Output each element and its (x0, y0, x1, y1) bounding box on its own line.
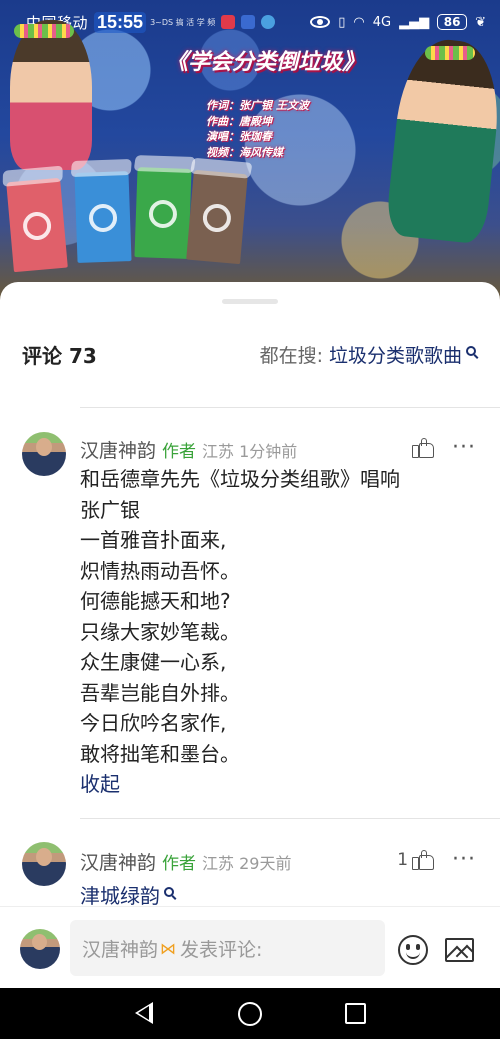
recycle-icon (201, 202, 233, 234)
avatar[interactable] (22, 842, 66, 886)
brown-trash-bin (186, 157, 253, 265)
network-type: 4G (372, 14, 392, 30)
reply-mention[interactable]: 津城绿韵 (80, 880, 174, 909)
signal-icon: ▂▄▆ (399, 14, 430, 30)
my-avatar[interactable] (20, 929, 60, 969)
wifi-icon: ◠ (353, 14, 365, 30)
divider (80, 818, 500, 819)
comment-line: 今日欣吟名家作, (80, 711, 227, 735)
comment-line: 和岳德章先先《垃圾分类组歌》唱响 (80, 467, 400, 491)
leaf-icon: ❦ (475, 14, 486, 30)
comment-input-bar: 汉唐神韵 ⋈ 发表评论: (0, 906, 500, 988)
comment-meta: 汉唐神韵 作者 江苏 1分钟前 (80, 436, 297, 463)
recycle-icon (88, 203, 118, 233)
girl-left-illustration (10, 20, 92, 170)
commenter-name[interactable]: 汉唐神韵 (80, 848, 156, 875)
location-time: 江苏 1分钟前 (202, 442, 298, 461)
blue-trash-bin (70, 158, 132, 263)
credit-singer: 演唱：张珈春 (206, 130, 272, 143)
red-trash-bin (2, 165, 68, 273)
my-name: 汉唐神韵 (82, 938, 159, 961)
comment-line: 吾辈岂能自外排。 (80, 680, 240, 705)
comment-body: 和岳德章先先《垃圾分类组歌》唱响 张广银 一首雅音扑面来, 炽情热雨动吾怀。 何… (80, 464, 476, 800)
comment-line: 众生康健一心系, (80, 650, 227, 674)
system-nav-bar (0, 988, 500, 1039)
home-icon[interactable] (238, 1002, 262, 1026)
comment-line: 只缘大家妙笔裁。 (80, 619, 240, 644)
recent-apps-icon[interactable] (345, 1003, 366, 1024)
recycle-icon (148, 199, 178, 229)
comment-actions: 1 ··· (397, 849, 476, 871)
eye-comfort-icon (310, 16, 331, 28)
comment-line: 何德能撼天和地? (80, 589, 231, 613)
comment-header: 评论 73 都在搜: 垃圾分类歌歌曲 (0, 332, 500, 376)
green-trash-bin (133, 155, 196, 259)
drag-handle[interactable] (222, 299, 278, 304)
like-icon[interactable] (412, 850, 435, 870)
trash-bins-illustration (0, 150, 290, 285)
commenter-name[interactable]: 汉唐神韵 (80, 436, 156, 463)
app-tag: 3~DS 搞 活 学 频 (150, 17, 216, 27)
comment-line: 炽情热雨动吾怀。 (80, 558, 240, 583)
video-player[interactable]: 中国移动 15:55 3~DS 搞 活 学 频 ▯ ◠ 4G ▂▄▆ 86 ❦ … (0, 0, 500, 300)
girl-right-illustration (384, 35, 500, 245)
author-badge: 作者 (162, 442, 197, 462)
flower-wreath-right (425, 46, 475, 60)
video-title: 《学会分类倒垃圾》 (165, 49, 364, 75)
battery-level: 86 (437, 14, 468, 30)
app-notification-icon (221, 15, 236, 29)
message-notification-icon (261, 15, 276, 29)
like-count: 1 (397, 850, 409, 870)
comment-item: 汉唐神韵 作者 江苏 29天前 1 ··· 津城绿韵 (0, 842, 500, 912)
collapse-link[interactable]: 收起 (80, 769, 476, 800)
location-time: 江苏 29天前 (202, 854, 292, 873)
image-icon[interactable] (445, 938, 474, 962)
input-placeholder: 发表评论: (180, 938, 263, 961)
gallery-notification-icon (241, 15, 256, 29)
flower-wreath-left (14, 24, 74, 38)
comment-count: 评论 73 (22, 343, 97, 368)
bow-icon: ⋈ (160, 938, 177, 958)
clock: 15:55 (94, 11, 147, 33)
comment-line: 张广银 (80, 497, 140, 522)
comment-sheet: 评论 73 都在搜: 垃圾分类歌歌曲 汉唐神韵 作者 江苏 1分钟前 ··· 和… (0, 282, 500, 987)
comment-line: 敢将拙笔和墨台。 (80, 741, 240, 766)
credit-music: 作曲：唐殿坤 (206, 114, 272, 128)
reply-mention-text[interactable]: 津城绿韵 (80, 880, 160, 909)
search-icon (466, 346, 476, 356)
search-prefix: 都在搜: (259, 344, 323, 367)
comment-input[interactable]: 汉唐神韵 ⋈ 发表评论: (70, 920, 385, 976)
comment-line: 一首雅音扑面来, (80, 528, 227, 552)
author-badge: 作者 (162, 854, 197, 874)
more-icon[interactable]: ··· (452, 437, 476, 459)
credit-lyrics: 作词：张广银 王文波 (206, 99, 309, 112)
back-icon[interactable] (135, 1002, 153, 1024)
search-keyword[interactable]: 垃圾分类歌歌曲 (329, 341, 462, 368)
search-icon (164, 886, 174, 897)
more-icon[interactable]: ··· (452, 849, 476, 871)
comment-meta: 汉唐神韵 作者 江苏 29天前 (80, 848, 291, 875)
divider (80, 407, 500, 408)
avatar[interactable] (22, 432, 66, 476)
vibrate-icon: ▯ (338, 14, 346, 30)
comment-actions: ··· (412, 437, 476, 459)
comment-item: 汉唐神韵 作者 江苏 1分钟前 ··· 和岳德章先先《垃圾分类组歌》唱响 张广银… (0, 430, 500, 810)
emoji-icon[interactable] (398, 935, 428, 965)
recycle-icon (21, 210, 53, 242)
trending-search[interactable]: 都在搜: 垃圾分类歌歌曲 (260, 341, 476, 368)
like-icon[interactable] (412, 438, 435, 458)
